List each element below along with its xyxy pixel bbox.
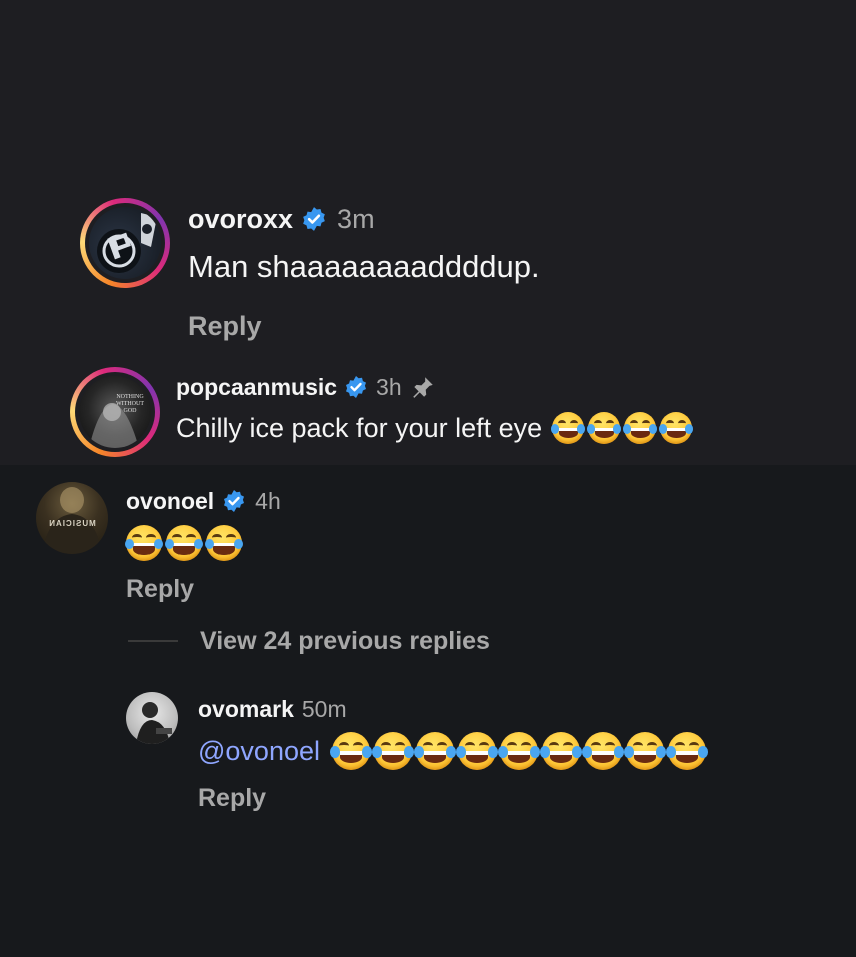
avatar[interactable]: NOTHING WITHOUT GOD <box>70 367 160 457</box>
replies-divider <box>128 640 178 642</box>
avatar-figure <box>136 702 172 744</box>
face-with-tears-of-joy-icon <box>540 732 582 770</box>
face-with-tears-of-joy-icon <box>550 412 586 444</box>
verified-badge-icon <box>344 375 368 399</box>
reply-button[interactable]: Reply <box>198 781 266 815</box>
view-previous-replies-button[interactable]: View 24 previous replies <box>200 624 490 658</box>
username[interactable]: ovonoel <box>126 488 214 515</box>
pin-icon <box>410 374 436 400</box>
comment-header: popcaanmusic 3h <box>176 370 436 404</box>
comment-header: ovoroxx 3m <box>188 200 375 238</box>
reply-text-row: @ovonoel <box>198 731 708 771</box>
avatar[interactable]: MUSICIAN <box>36 482 108 554</box>
avatar[interactable] <box>126 692 178 744</box>
face-with-tears-of-joy-icon <box>164 525 204 561</box>
face-with-tears-of-joy-icon <box>666 732 708 770</box>
face-with-tears-of-joy-icon <box>204 525 244 561</box>
avatar-caption: MUSICIAN <box>48 519 96 528</box>
avatar[interactable] <box>80 198 170 288</box>
username[interactable]: popcaanmusic <box>176 374 337 401</box>
face-with-tears-of-joy-icon <box>586 412 622 444</box>
verified-badge-icon <box>222 489 246 513</box>
emoji-group <box>124 523 244 563</box>
reply-button[interactable]: Reply <box>126 572 194 606</box>
face-with-tears-of-joy-icon <box>414 732 456 770</box>
mention-link[interactable]: @ovonoel <box>198 736 320 767</box>
emoji-group <box>550 412 694 444</box>
face-with-tears-of-joy-icon <box>372 732 414 770</box>
username[interactable]: ovoroxx <box>188 204 293 235</box>
comment-time: 3h <box>376 373 402 400</box>
face-with-tears-of-joy-icon <box>582 732 624 770</box>
face-with-tears-of-joy-icon <box>456 732 498 770</box>
comment-text: Man shaaaaaaaaddddup. <box>188 249 540 284</box>
reply-button[interactable]: Reply <box>188 307 262 345</box>
reply-header: ovomark 50m <box>198 692 347 726</box>
face-with-tears-of-joy-icon <box>624 732 666 770</box>
verified-badge-icon <box>301 206 327 232</box>
face-with-tears-of-joy-icon <box>124 525 164 561</box>
comment-header: ovonoel 4h <box>126 484 281 518</box>
avatar-image: NOTHING WITHOUT GOD <box>79 376 151 448</box>
username[interactable]: ovomark <box>198 696 294 723</box>
emoji-group <box>330 732 708 770</box>
comment-time: 3m <box>337 203 375 234</box>
comment-time: 4h <box>255 487 281 514</box>
logo-shapes <box>97 213 157 273</box>
face-with-tears-of-joy-icon <box>498 732 540 770</box>
avatar-ring-gap: NOTHING WITHOUT GOD <box>75 372 155 452</box>
comment-text-row: Chilly ice pack for your left eye <box>176 408 694 448</box>
comment-text: Chilly ice pack for your left eye <box>176 412 543 443</box>
avatar-image <box>89 207 161 279</box>
face-with-tears-of-joy-icon <box>622 412 658 444</box>
avatar-caption: NOTHING WITHOUT GOD <box>116 394 144 414</box>
avatar-figure <box>42 487 102 554</box>
face-with-tears-of-joy-icon <box>330 732 372 770</box>
reply-time: 50m <box>301 695 347 722</box>
avatar-ring-gap <box>85 203 165 283</box>
face-with-tears-of-joy-icon <box>658 412 694 444</box>
